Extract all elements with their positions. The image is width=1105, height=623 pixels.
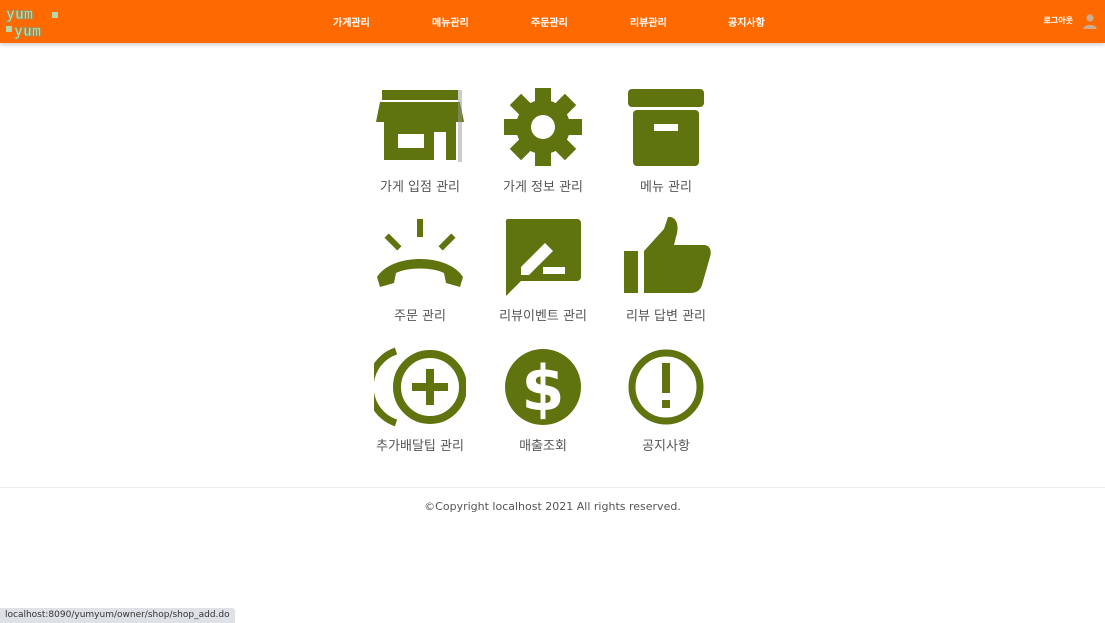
tile-shop-registration[interactable]: 가게 입점 관리: [360, 88, 480, 208]
tile-notices[interactable]: 공지사항: [606, 347, 726, 467]
tile-extra-delivery-tip[interactable]: 추가배달팁 관리: [360, 347, 480, 467]
gear-icon: [497, 88, 589, 170]
browser-status-url: localhost:8090/yumyum/owner/shop/shop_ad…: [0, 608, 235, 623]
tile-label: 주문 관리: [394, 309, 446, 324]
tile-label: 가게 정보 관리: [502, 180, 584, 195]
edit-comment-icon: [497, 217, 589, 299]
tile-order-management[interactable]: 주문 관리: [360, 217, 480, 337]
tile-label: 메뉴 관리: [640, 180, 692, 195]
tile-label: 공지사항: [642, 439, 690, 454]
management-menu-grid: 가게 입점 관리 가게 정보 관리 메뉴 관리 주문 관리 리뷰이벤트 관리 리…: [0, 0, 1105, 480]
tile-shop-info[interactable]: 가게 정보 관리: [483, 88, 603, 208]
tile-label: 매출조회: [519, 439, 567, 454]
tile-sales-inquiry[interactable]: $ 매출조회: [483, 347, 603, 467]
tile-label: 리뷰이벤트 관리: [499, 309, 587, 324]
ringing-phone-icon: [374, 217, 466, 299]
tile-label: 리뷰 답변 관리: [625, 309, 707, 324]
store-icon: [374, 88, 466, 170]
archive-box-icon: [620, 88, 712, 170]
dollar-circle-icon: $: [497, 347, 589, 429]
footer-divider: [0, 487, 1105, 488]
thumbs-up-icon: [620, 217, 712, 299]
tile-menu-management[interactable]: 메뉴 관리: [606, 88, 726, 208]
svg-text:$: $: [521, 352, 564, 425]
tile-review-reply[interactable]: 리뷰 답변 관리: [606, 217, 726, 337]
exclamation-circle-icon: [620, 347, 712, 429]
tile-label: 가게 입점 관리: [379, 180, 461, 195]
copyright-text: ©Copyright localhost 2021 All rights res…: [424, 500, 681, 513]
tile-label: 추가배달팁 관리: [376, 439, 464, 454]
tile-review-event[interactable]: 리뷰이벤트 관리: [483, 217, 603, 337]
add-circle-icon: [374, 347, 466, 429]
